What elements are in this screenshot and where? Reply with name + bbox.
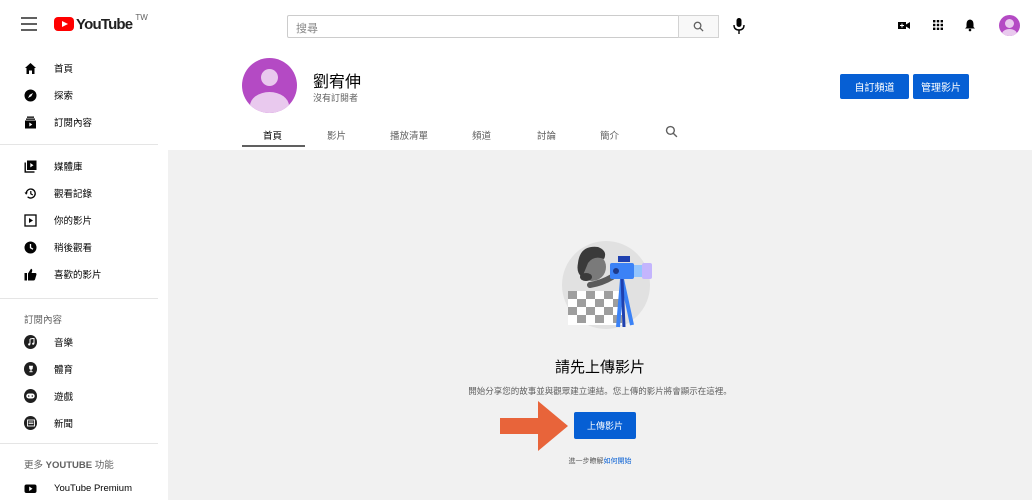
active-tab-indicator <box>242 145 305 147</box>
learn-more-text: 進一步瞭解如何開始 <box>168 456 1032 466</box>
sidebar-item-label: 訂閱內容 <box>54 118 93 129</box>
channel-header: 劉宥伸 沒有訂閱者 自訂頻道 管理影片 首頁 影片 播放清單 頻道 討論 簡介 <box>168 48 1032 150</box>
arrow-pointer-icon <box>500 401 568 451</box>
search-button[interactable] <box>678 15 719 38</box>
sidebar-divider <box>0 443 158 444</box>
tab-discussion[interactable]: 討論 <box>537 128 556 142</box>
sidebar: 首頁 探索 訂閱內容 媒體庫 觀看記錄 你的影片 稍後觀看 喜歡的影片 訂閱內容… <box>0 48 168 500</box>
sidebar-item-history[interactable]: 觀看記錄 <box>0 180 168 206</box>
more-prefix: 更多 <box>24 460 46 471</box>
sidebar-item-youtube-premium[interactable]: YouTube Premium <box>0 475 168 500</box>
sidebar-item-sports[interactable]: 體育 <box>0 356 168 382</box>
sidebar-item-watch-later[interactable]: 稍後觀看 <box>0 234 168 260</box>
liked-icon <box>24 268 37 280</box>
sidebar-item-home[interactable]: 首頁 <box>0 55 168 81</box>
sidebar-item-news[interactable]: 新聞 <box>0 410 168 436</box>
manage-videos-button[interactable]: 管理影片 <box>913 74 969 99</box>
home-icon <box>25 62 36 74</box>
sidebar-item-label: 喜歡的影片 <box>54 270 102 281</box>
apps-grid-icon[interactable] <box>931 18 945 32</box>
sidebar-item-liked-videos[interactable]: 喜歡的影片 <box>0 261 168 287</box>
logo-text: YouTube <box>76 15 133 33</box>
sidebar-divider <box>0 298 158 299</box>
sidebar-item-subscriptions[interactable]: 訂閱內容 <box>0 109 168 135</box>
sidebar-item-label: 媒體庫 <box>54 162 83 173</box>
sidebar-item-library[interactable]: 媒體庫 <box>0 153 168 179</box>
search-icon <box>693 21 704 32</box>
empty-state-description: 開始分享您的故事並與觀眾建立連結。您上傳的影片將會顯示在這裡。 <box>468 386 732 396</box>
customize-channel-button[interactable]: 自訂頻道 <box>840 74 909 99</box>
subscriptions-heading: 訂閱內容 <box>24 315 63 326</box>
more-youtube-heading: 更多 YOUTUBE 功能 <box>24 457 114 471</box>
explore-icon <box>24 89 37 101</box>
sidebar-item-music[interactable]: 音樂 <box>0 329 168 355</box>
music-icon <box>24 335 37 349</box>
premium-icon <box>24 484 37 493</box>
youtube-logo[interactable]: YouTube TW <box>54 12 148 33</box>
sidebar-item-label: 遊戲 <box>54 392 74 403</box>
more-brand: YOUTUBE <box>45 460 93 471</box>
logo-region: TW <box>135 12 148 22</box>
sidebar-item-label: 音樂 <box>54 338 74 349</box>
your-videos-icon <box>24 213 37 227</box>
sidebar-item-label: 探索 <box>54 91 74 102</box>
subscriptions-icon <box>25 116 36 128</box>
sidebar-item-label: 稍後觀看 <box>54 243 93 254</box>
account-avatar[interactable] <box>999 15 1020 36</box>
create-video-icon[interactable] <box>897 18 911 32</box>
sidebar-divider <box>0 144 158 145</box>
tab-channels[interactable]: 頻道 <box>472 128 491 142</box>
tab-playlists[interactable]: 播放清單 <box>390 128 428 142</box>
learn-more-link[interactable]: 如何開始 <box>604 458 632 465</box>
upload-video-button[interactable]: 上傳影片 <box>574 412 636 439</box>
tab-videos[interactable]: 影片 <box>327 128 346 142</box>
sidebar-item-label: 觀看記錄 <box>54 189 93 200</box>
tab-home[interactable]: 首頁 <box>263 128 282 142</box>
empty-state-panel: 請先上傳影片 開始分享您的故事並與觀眾建立連結。您上傳的影片將會顯示在這裡。 上… <box>168 150 1032 500</box>
sidebar-item-label: 新聞 <box>54 419 74 430</box>
channel-search-icon[interactable] <box>665 125 678 138</box>
subscriber-count: 沒有訂閱者 <box>313 93 359 103</box>
sidebar-item-label: 你的影片 <box>54 216 93 227</box>
youtube-play-icon <box>54 17 74 31</box>
tab-about[interactable]: 簡介 <box>600 128 619 142</box>
gaming-icon <box>24 389 37 403</box>
menu-icon[interactable] <box>21 17 37 31</box>
search-input[interactable]: 搜尋 <box>287 15 679 38</box>
notifications-bell-icon[interactable] <box>963 18 977 32</box>
sports-trophy-icon <box>24 362 37 376</box>
sidebar-item-label: 首頁 <box>54 64 74 75</box>
sidebar-item-gaming[interactable]: 遊戲 <box>0 383 168 409</box>
top-bar: YouTube TW 搜尋 <box>0 0 1032 48</box>
history-icon <box>24 187 36 199</box>
microphone-icon[interactable] <box>732 17 746 35</box>
library-icon <box>24 160 37 173</box>
watch-later-icon <box>24 241 37 253</box>
sidebar-item-your-videos[interactable]: 你的影片 <box>0 207 168 233</box>
empty-state-title: 請先上傳影片 <box>554 359 645 376</box>
sidebar-item-label: 體育 <box>54 365 74 376</box>
channel-name: 劉宥伸 <box>313 74 362 91</box>
news-icon <box>24 416 37 430</box>
sidebar-item-label: YouTube Premium <box>54 482 132 494</box>
channel-avatar <box>242 58 297 113</box>
camera-person-illustration <box>562 241 652 329</box>
more-suffix: 功能 <box>92 460 114 471</box>
sidebar-item-explore[interactable]: 探索 <box>0 82 168 108</box>
learn-more-prefix: 進一步瞭解 <box>568 458 604 465</box>
